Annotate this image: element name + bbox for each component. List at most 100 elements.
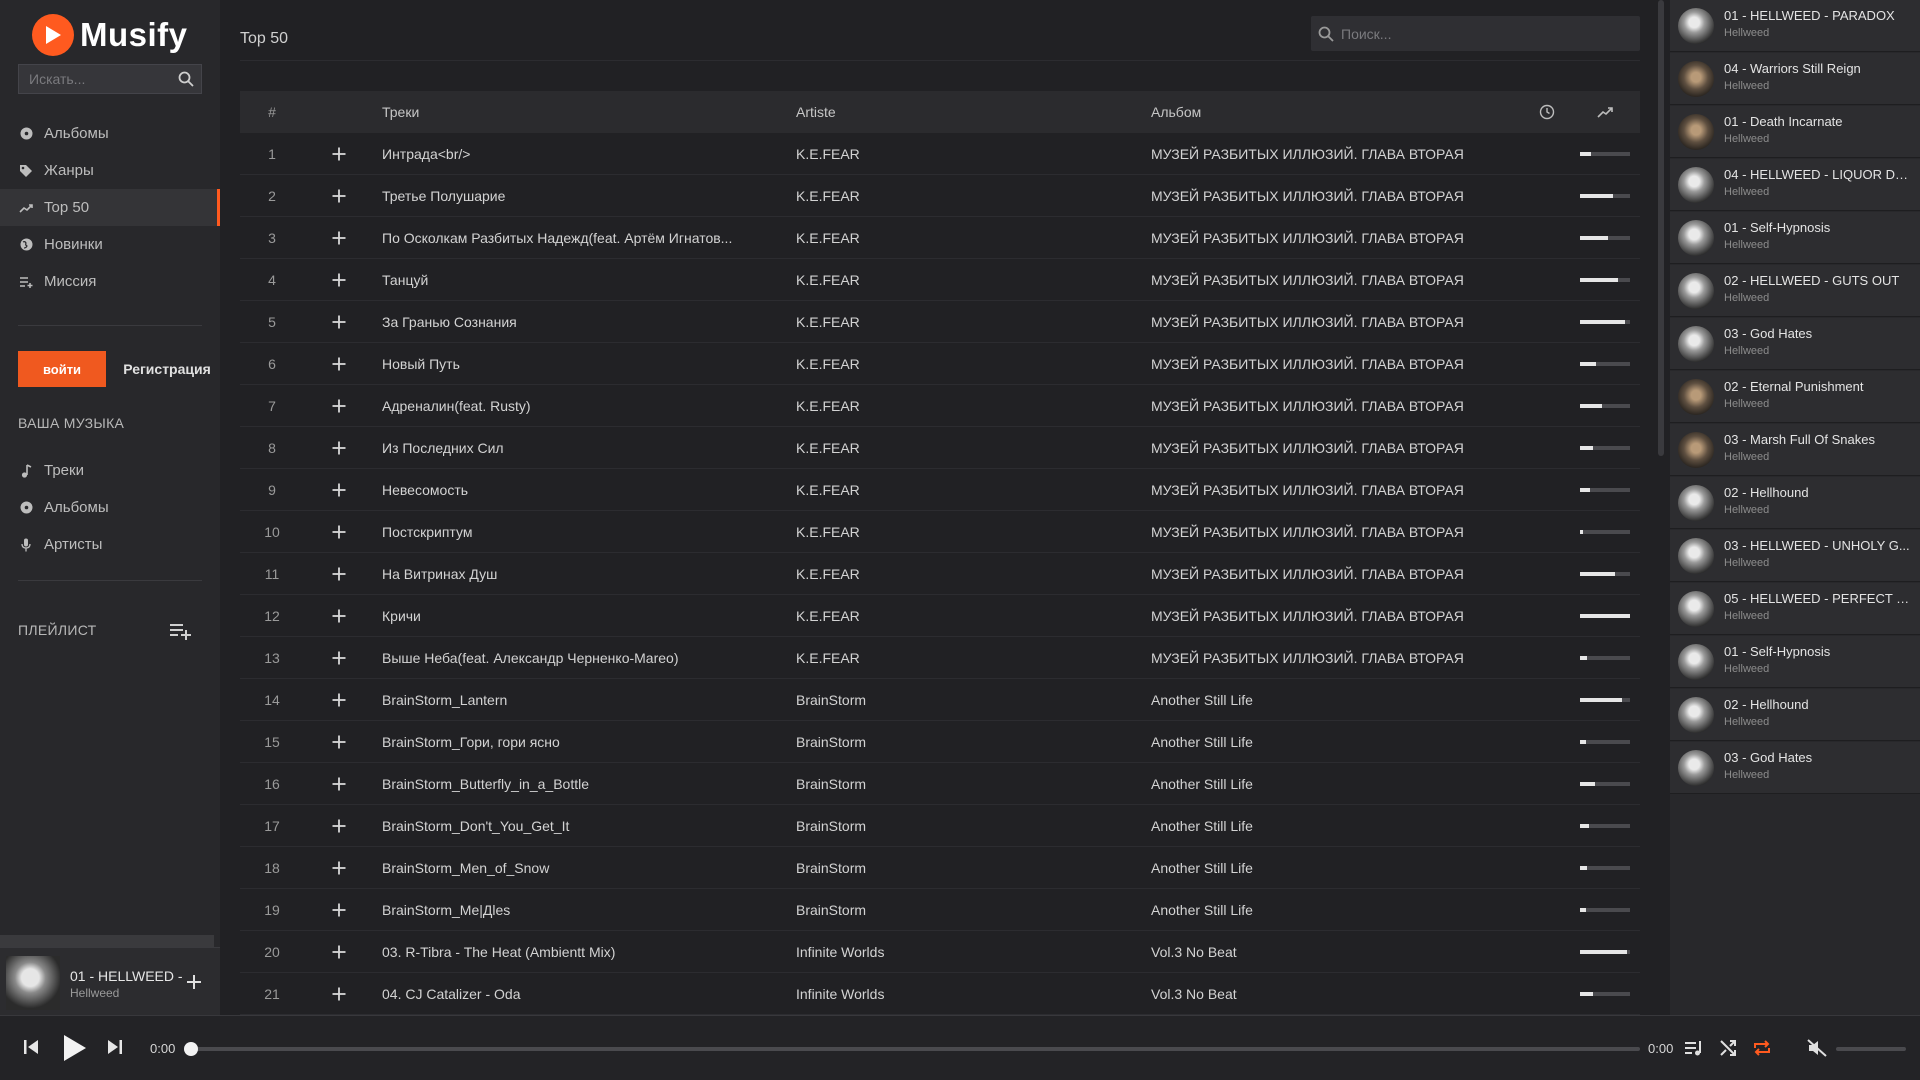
table-row[interactable]: 18 BrainStorm_Men_of_Snow BrainStorm Anothe… — [240, 847, 1640, 889]
track-artist[interactable]: K.E.FEAR — [790, 608, 1145, 624]
track-title[interactable]: BrainStorm_Me|Дles — [374, 902, 790, 918]
header-artist[interactable]: Artiste — [790, 104, 1145, 120]
track-album[interactable]: МУЗЕЙ РАЗБИТЫХ ИЛЛЮЗИЙ. ГЛАВА ВТОРАЯ — [1145, 272, 1525, 288]
track-title[interactable]: Из Последних Сил — [374, 440, 790, 456]
table-row[interactable]: 3 По Осколкам Разбитых Надежд(feat. Артём… — [240, 217, 1640, 259]
queue-item[interactable]: 03 - Marsh Full Of Snakes Hellweed — [1670, 424, 1920, 476]
track-artist[interactable]: BrainStorm — [790, 860, 1145, 876]
queue-item[interactable]: 02 - Hellhound Hellweed — [1670, 477, 1920, 529]
track-title[interactable]: Интрада<br/> — [374, 146, 790, 162]
track-artist[interactable]: BrainStorm — [790, 902, 1145, 918]
shuffle-icon[interactable] — [1716, 1036, 1740, 1060]
track-album[interactable]: Another Still Life — [1145, 776, 1525, 792]
track-title[interactable]: За Гранью Сознания — [374, 314, 790, 330]
queue-item[interactable]: 01 - Self-Hypnosis Hellweed — [1670, 636, 1920, 688]
track-artist[interactable]: K.E.FEAR — [790, 566, 1145, 582]
track-title[interactable]: Третье Полушарие — [374, 188, 790, 204]
track-title[interactable]: На Витринах Душ — [374, 566, 790, 582]
track-album[interactable]: МУЗЕЙ РАЗБИТЫХ ИЛЛЮЗИЙ. ГЛАВА ВТОРАЯ — [1145, 146, 1525, 162]
table-row[interactable]: 15 BrainStorm_Гори, гори ясно BrainStorm An… — [240, 721, 1640, 763]
trending-icon[interactable] — [1569, 106, 1640, 118]
progress-bar[interactable] — [184, 1042, 1640, 1056]
now-playing-artist[interactable]: Hellweed — [70, 986, 119, 1000]
table-row[interactable]: 8 Из Последних Сил K.E.FEAR МУЗЕЙ РАЗБИТЫХ … — [240, 427, 1640, 469]
add-icon[interactable] — [304, 986, 374, 1002]
track-artist[interactable]: K.E.FEAR — [790, 230, 1145, 246]
table-row[interactable]: 13 Выше Неба(feat. Александр Черненко-Mar… — [240, 637, 1640, 679]
track-album[interactable]: МУЗЕЙ РАЗБИТЫХ ИЛЛЮЗИЙ. ГЛАВА ВТОРАЯ — [1145, 482, 1525, 498]
table-row[interactable]: 4 Танцуй K.E.FEAR МУЗЕЙ РАЗБИТЫХ ИЛЛЮЗИЙ. Г… — [240, 259, 1640, 301]
add-icon[interactable] — [304, 566, 374, 582]
add-icon[interactable] — [304, 776, 374, 792]
add-icon[interactable] — [304, 692, 374, 708]
queue-item[interactable]: 02 - HELLWEED - GUTS OUT Hellweed — [1670, 265, 1920, 317]
add-icon[interactable] — [304, 188, 374, 204]
track-album[interactable]: МУЗЕЙ РАЗБИТЫХ ИЛЛЮЗИЙ. ГЛАВА ВТОРАЯ — [1145, 440, 1525, 456]
clock-icon[interactable] — [1525, 104, 1569, 120]
search-icon[interactable] — [171, 71, 201, 87]
mute-icon[interactable] — [1804, 1036, 1830, 1060]
login-button[interactable]: войти — [18, 351, 106, 387]
queue-item[interactable]: 04 - Warriors Still Reign Hellweed — [1670, 53, 1920, 105]
track-title[interactable]: 03. R-Tibra - The Heat (Ambientt Mix) — [374, 944, 790, 960]
add-icon[interactable] — [304, 902, 374, 918]
table-row[interactable]: 1 Интрада<br/> K.E.FEAR МУЗЕЙ РАЗБИТЫХ ИЛЛЮ… — [240, 133, 1640, 175]
next-icon[interactable] — [102, 1034, 128, 1060]
track-album[interactable]: Vol.3 No Beat — [1145, 944, 1525, 960]
table-row[interactable]: 16 BrainStorm_Butterfly_in_a_Bottle BrainS… — [240, 763, 1640, 805]
queue-item[interactable]: 01 - Death Incarnate Hellweed — [1670, 106, 1920, 158]
track-title[interactable]: Выше Неба(feat. Александр Черненко-Mareo… — [374, 650, 790, 666]
track-artist[interactable]: BrainStorm — [790, 818, 1145, 834]
nav-item-top50[interactable]: Top 50 — [0, 189, 220, 226]
queue-item[interactable]: 03 - God Hates Hellweed — [1670, 742, 1920, 794]
track-artist[interactable]: Infinite Worlds — [790, 986, 1145, 1002]
register-button[interactable]: Регистрация — [118, 351, 216, 387]
table-row[interactable]: 5 За Гранью Сознания K.E.FEAR МУЗЕЙ РАЗБИТЫ… — [240, 301, 1640, 343]
table-row[interactable]: 20 03. R-Tibra - The Heat (Ambientt Mix) I… — [240, 931, 1640, 973]
table-row[interactable]: 11 На Витринах Душ K.E.FEAR МУЗЕЙ РАЗБИТЫХ … — [240, 553, 1640, 595]
track-album[interactable]: МУЗЕЙ РАЗБИТЫХ ИЛЛЮЗИЙ. ГЛАВА ВТОРАЯ — [1145, 314, 1525, 330]
header-album[interactable]: Альбом — [1145, 104, 1525, 120]
table-row[interactable]: 19 BrainStorm_Me|Дles BrainStorm Another St… — [240, 889, 1640, 931]
track-album[interactable]: Vol.3 No Beat — [1145, 986, 1525, 1002]
track-artist[interactable]: BrainStorm — [790, 734, 1145, 750]
track-artist[interactable]: BrainStorm — [790, 692, 1145, 708]
nav-item-new[interactable]: Новинки — [0, 226, 220, 263]
queue-list-icon[interactable] — [1682, 1036, 1706, 1060]
table-row[interactable]: 6 Новый Путь K.E.FEAR МУЗЕЙ РАЗБИТЫХ ИЛЛЮЗИ… — [240, 343, 1640, 385]
add-icon[interactable] — [304, 398, 374, 414]
track-album[interactable]: МУЗЕЙ РАЗБИТЫХ ИЛЛЮЗИЙ. ГЛАВА ВТОРАЯ — [1145, 398, 1525, 414]
track-title[interactable]: BrainStorm_Butterfly_in_a_Bottle — [374, 776, 790, 792]
track-album[interactable]: МУЗЕЙ РАЗБИТЫХ ИЛЛЮЗИЙ. ГЛАВА ВТОРАЯ — [1145, 356, 1525, 372]
logo[interactable]: Musify — [32, 14, 188, 56]
queue-item[interactable]: 01 - Self-Hypnosis Hellweed — [1670, 212, 1920, 264]
table-row[interactable]: 12 Кричи K.E.FEAR МУЗЕЙ РАЗБИТЫХ ИЛЛЮЗИЙ. Г… — [240, 595, 1640, 637]
nav-item-mission[interactable]: Миссия — [0, 263, 220, 300]
progress-handle[interactable] — [184, 1042, 198, 1056]
nav-item-artists[interactable]: Артисты — [0, 526, 220, 563]
nav-item-albums[interactable]: Альбомы — [0, 115, 220, 152]
play-icon[interactable] — [56, 1030, 92, 1066]
header-tracks[interactable]: Треки — [374, 104, 790, 120]
track-title[interactable]: Кричи — [374, 608, 790, 624]
nav-item-my-albums[interactable]: Альбомы — [0, 489, 220, 526]
track-artist[interactable]: K.E.FEAR — [790, 356, 1145, 372]
queue-item[interactable]: 03 - God Hates Hellweed — [1670, 318, 1920, 370]
track-artist[interactable]: K.E.FEAR — [790, 398, 1145, 414]
track-title[interactable]: 04. CJ Catalizer - Oda — [374, 986, 790, 1002]
track-title[interactable]: По Осколкам Разбитых Надежд(feat. Артём … — [374, 230, 790, 246]
track-artist[interactable]: K.E.FEAR — [790, 650, 1145, 666]
search-input[interactable] — [1341, 25, 1640, 42]
add-icon[interactable] — [304, 314, 374, 330]
queue-item[interactable]: 04 - HELLWEED - LIQUOR DR... Hellweed — [1670, 159, 1920, 211]
add-icon[interactable] — [304, 944, 374, 960]
previous-icon[interactable] — [18, 1034, 44, 1060]
queue-item[interactable]: 01 - HELLWEED - PARADOX Hellweed — [1670, 0, 1920, 52]
table-row[interactable]: 17 BrainStorm_Don't_You_Get_It BrainStorm A… — [240, 805, 1640, 847]
track-artist[interactable]: Infinite Worlds — [790, 944, 1145, 960]
track-album[interactable]: МУЗЕЙ РАЗБИТЫХ ИЛЛЮЗИЙ. ГЛАВА ВТОРАЯ — [1145, 650, 1525, 666]
sidebar-search-input[interactable] — [19, 71, 171, 87]
now-playing-cover[interactable] — [6, 956, 60, 1010]
track-title[interactable]: Невесомость — [374, 482, 790, 498]
track-title[interactable]: BrainStorm_Men_of_Snow — [374, 860, 790, 876]
